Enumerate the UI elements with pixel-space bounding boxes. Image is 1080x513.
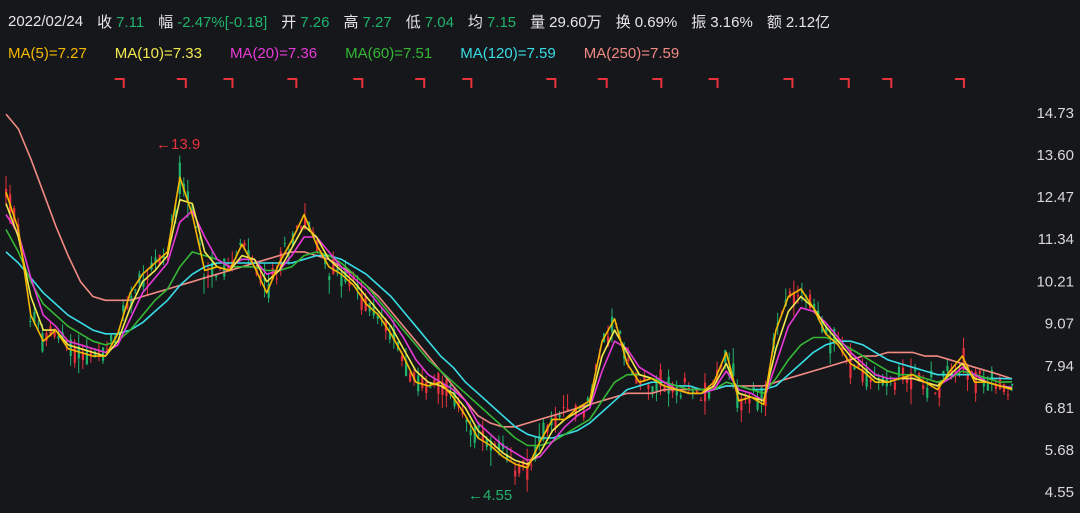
candle-body — [299, 226, 303, 228]
candle-body — [37, 323, 40, 325]
y-tick-label: 4.55 — [1045, 484, 1074, 501]
candle-body — [530, 464, 533, 466]
candle-body — [869, 379, 872, 383]
candle-body — [223, 258, 226, 277]
y-tick-label: 13.60 — [1036, 147, 1074, 164]
candle-body — [409, 373, 412, 382]
signal-marker — [708, 78, 719, 88]
signal-marker — [114, 78, 125, 88]
candle-body — [986, 382, 989, 391]
candle-body — [110, 334, 113, 342]
candle-body — [433, 379, 436, 384]
y-tick-label: 12.47 — [1036, 189, 1074, 206]
y-tick-label: 10.21 — [1036, 273, 1074, 290]
candle-body — [647, 385, 650, 389]
ma-line-ma250 — [5, 113, 1013, 428]
candle-body — [934, 392, 937, 394]
candle-body — [1006, 394, 1010, 396]
candle-body — [679, 395, 682, 398]
ma-line-ma20 — [5, 210, 1013, 462]
signal-marker — [462, 78, 473, 88]
candle-body — [243, 242, 246, 247]
candle-body — [651, 386, 654, 393]
candle-body — [748, 398, 751, 404]
candle-body — [562, 407, 565, 409]
candle-body — [926, 387, 929, 398]
candle-body — [1011, 383, 1014, 386]
candle-body — [283, 243, 286, 245]
candle-body — [425, 382, 428, 394]
candle-body — [683, 378, 686, 383]
signal-marker — [839, 78, 850, 88]
candle-body — [978, 370, 981, 374]
candle-body — [429, 387, 432, 389]
candle-body — [106, 348, 109, 350]
candle-body — [655, 382, 658, 391]
candle-body — [829, 343, 832, 354]
candle-body — [469, 429, 472, 436]
candle-body — [134, 289, 137, 291]
signal-marker — [882, 78, 893, 88]
candle-body — [101, 347, 105, 361]
candle-body — [695, 390, 699, 393]
y-tick-label: 6.81 — [1045, 400, 1074, 417]
ma-line-ma10 — [5, 198, 1013, 465]
candle-body — [73, 347, 76, 363]
signal-marker — [546, 78, 557, 88]
candle-body — [946, 366, 949, 371]
candle-body — [627, 358, 630, 362]
signal-marker — [954, 78, 965, 88]
signal-marker — [783, 78, 794, 88]
candle-body — [85, 349, 89, 365]
candle-body — [41, 333, 44, 352]
candle-body — [29, 320, 32, 322]
y-tick-label: 14.73 — [1036, 105, 1074, 122]
ma-line-ma120 — [5, 251, 1013, 439]
y-tick-label: 9.07 — [1045, 316, 1074, 333]
signal-marker — [176, 78, 187, 88]
candle-body — [942, 370, 945, 377]
high-annotation: ←13.9 — [156, 136, 200, 153]
candle-body — [675, 386, 678, 396]
candle-body — [328, 276, 331, 281]
signal-marker — [652, 78, 663, 88]
candle-body — [558, 414, 561, 418]
candle-body — [914, 369, 917, 372]
signal-marker — [223, 78, 234, 88]
signal-marker — [415, 78, 426, 88]
price-chart: 14.73 13.60 12.47 11.34 10.21 9.07 7.94 6.81 5.6… — [5, 78, 1074, 504]
candle-body — [796, 294, 800, 297]
signal-marker — [353, 78, 364, 88]
candle-body — [514, 470, 517, 477]
y-tick-label: 7.94 — [1045, 358, 1074, 375]
candle-body — [275, 278, 278, 280]
signal-marker — [597, 78, 608, 88]
low-annotation: ←4.55 — [468, 487, 512, 504]
candle-body — [930, 370, 933, 378]
y-tick-label: 5.68 — [1045, 442, 1074, 459]
candle-body — [922, 385, 925, 390]
candle-body — [893, 382, 897, 390]
signal-marker — [287, 78, 298, 88]
y-tick-label: 11.34 — [1038, 231, 1074, 248]
candle-body — [699, 399, 703, 401]
ma-line-ma5 — [5, 176, 1013, 469]
